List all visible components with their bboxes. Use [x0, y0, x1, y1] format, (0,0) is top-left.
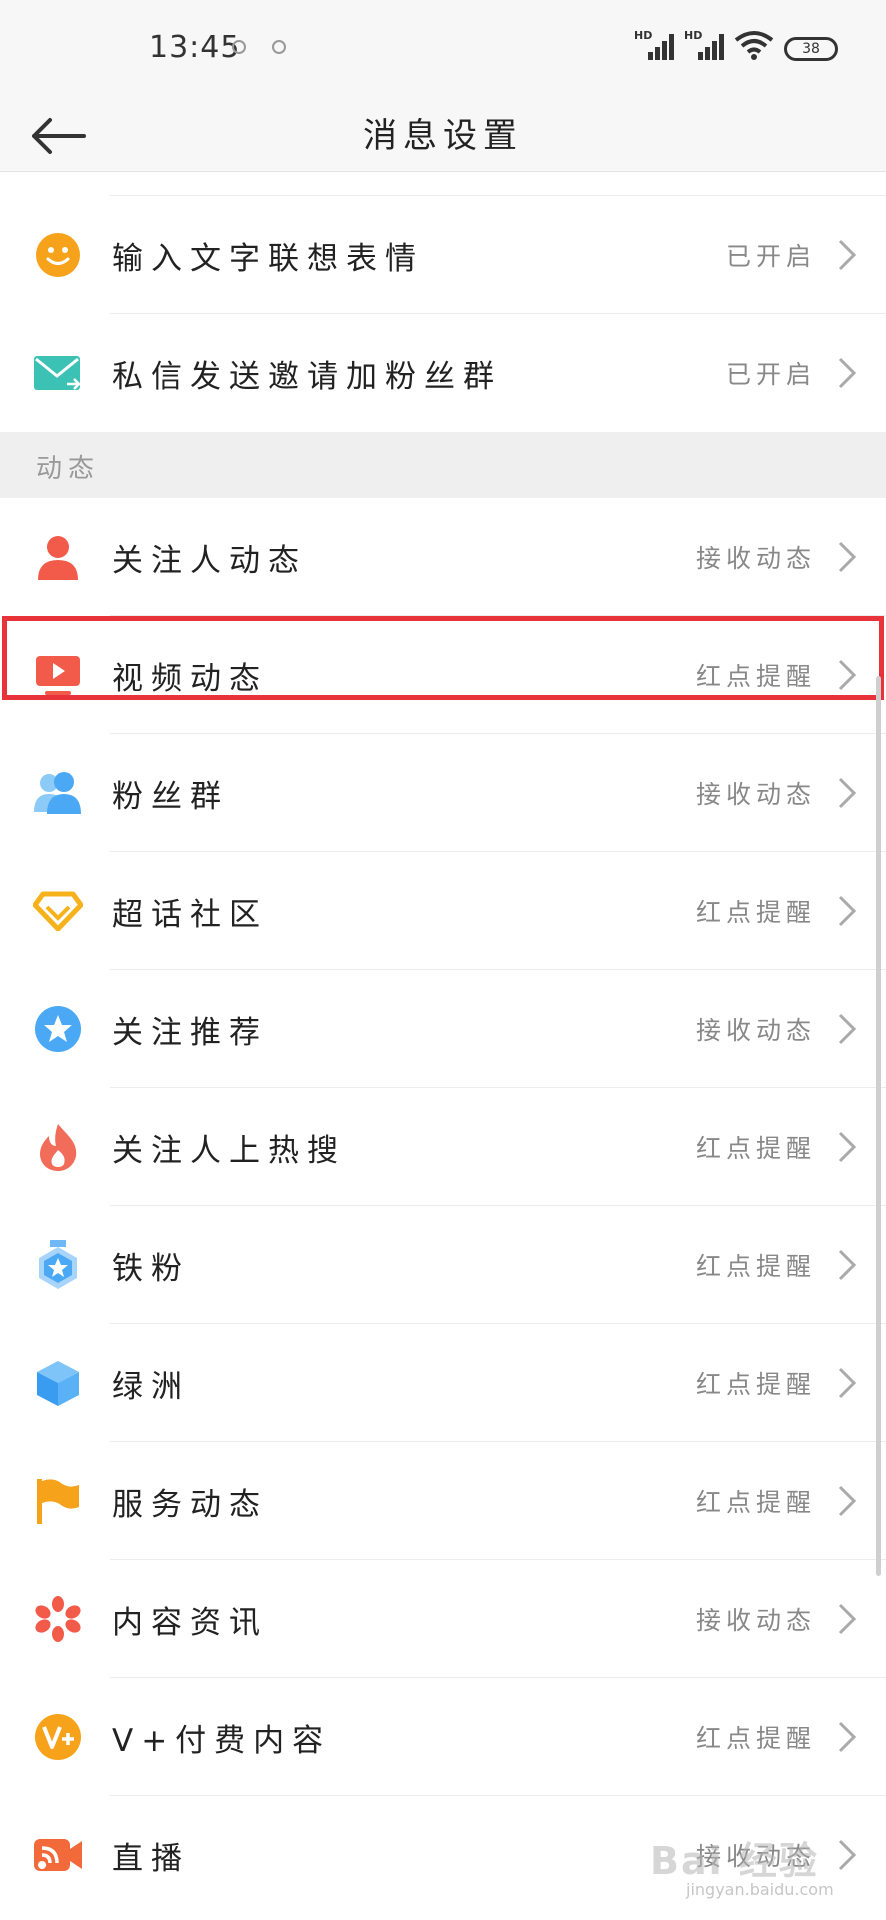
medal-icon: [32, 1239, 84, 1291]
setting-row-video-updates[interactable]: 视频动态 红点提醒: [0, 616, 886, 734]
row-label: 绿洲: [112, 1368, 190, 1405]
status-time: 13:45: [149, 30, 241, 65]
chevron-right-icon: [838, 357, 857, 389]
section-header: 动态: [0, 432, 886, 498]
chevron-right-icon: [838, 1485, 857, 1517]
video-icon: [32, 649, 84, 701]
setting-row-vplus[interactable]: V+付费内容 红点提醒: [0, 1678, 886, 1796]
battery-indicator: 38: [784, 37, 838, 61]
row-label: 内容资讯: [112, 1604, 268, 1641]
signal-hd-icon: HD: [634, 29, 674, 60]
vplus-icon: [32, 1711, 84, 1763]
svg-text:HD: HD: [634, 29, 652, 42]
row-value: 红点提醒: [695, 898, 816, 927]
chevron-right-icon: [838, 1249, 857, 1281]
setting-row-emoji-suggest[interactable]: 输入文字联想表情 已开启: [0, 196, 886, 314]
scrollbar[interactable]: [876, 676, 881, 1576]
wifi-icon: [734, 31, 774, 60]
chevron-right-icon: [838, 895, 857, 927]
row-value: 已开启: [725, 360, 816, 389]
chevron-right-icon: [838, 1367, 857, 1399]
chevron-right-icon: [838, 1131, 857, 1163]
page-title: 消息设置: [363, 116, 523, 156]
settings-list: 输入文字联想表情 已开启 私信发送邀请加粉丝群 已开启 动态 关注人动态 接收动…: [0, 172, 886, 1914]
star-badge-icon: [32, 1003, 84, 1055]
row-label: 粉丝群: [112, 778, 229, 815]
signal-hd-icon-2: HD: [684, 29, 724, 60]
row-value: 接收动态: [695, 780, 816, 809]
row-value: 红点提醒: [695, 1488, 816, 1517]
row-label: 超话社区: [112, 896, 268, 933]
row-label: 私信发送邀请加粉丝群: [112, 358, 502, 395]
flag-icon: [32, 1475, 84, 1527]
row-value: 接收动态: [695, 544, 816, 573]
row-label: 关注人动态: [112, 542, 307, 579]
chevron-right-icon: [838, 1013, 857, 1045]
setting-row-super-topic[interactable]: 超话社区 红点提醒: [0, 852, 886, 970]
notification-icon: [232, 40, 246, 54]
row-label: 服务动态: [112, 1486, 268, 1523]
list-item-partial: [0, 172, 886, 196]
row-value: 红点提醒: [695, 1252, 816, 1281]
chevron-right-icon: [838, 239, 857, 271]
section-title: 动态: [36, 454, 101, 484]
row-value: 红点提醒: [695, 1134, 816, 1163]
row-label: V+付费内容: [112, 1722, 332, 1759]
row-value: 红点提醒: [695, 1724, 816, 1753]
cube-icon: [32, 1357, 84, 1409]
setting-row-hot-search[interactable]: 关注人上热搜 红点提醒: [0, 1088, 886, 1206]
chevron-right-icon: [838, 1603, 857, 1635]
setting-row-follow-recommend[interactable]: 关注推荐 接收动态: [0, 970, 886, 1088]
chevron-right-icon: [838, 659, 857, 691]
diamond-icon: [32, 885, 84, 937]
setting-row-oasis[interactable]: 绿洲 红点提醒: [0, 1324, 886, 1442]
setting-row-fan-group[interactable]: 粉丝群 接收动态: [0, 734, 886, 852]
row-label: 铁粉: [112, 1250, 190, 1287]
watermark-logo: Bai 经验: [650, 1839, 819, 1883]
chevron-right-icon: [838, 1721, 857, 1753]
row-value: 已开启: [725, 242, 816, 271]
envelope-icon: [32, 347, 84, 399]
flame-icon: [32, 1121, 84, 1173]
row-value: 红点提醒: [695, 662, 816, 691]
row-value: 红点提醒: [695, 1370, 816, 1399]
setting-row-follow-updates[interactable]: 关注人动态 接收动态: [0, 498, 886, 616]
row-label: 关注推荐: [112, 1014, 268, 1051]
row-value: 接收动态: [695, 1606, 816, 1635]
setting-row-iron-fan[interactable]: 铁粉 红点提醒: [0, 1206, 886, 1324]
person-icon: [32, 531, 84, 583]
row-label: 输入文字联想表情: [112, 240, 424, 277]
setting-row-service-updates[interactable]: 服务动态 红点提醒: [0, 1442, 886, 1560]
status-bar: 13:45 HD HD 38: [0, 0, 886, 100]
flower-icon: [32, 1593, 84, 1645]
svg-text:HD: HD: [684, 29, 702, 42]
watermark-url: jingyan.baidu.com: [686, 1880, 834, 1899]
smiley-icon: [32, 229, 84, 281]
nav-bar: 消息设置: [0, 100, 886, 172]
chevron-right-icon: [838, 1839, 857, 1871]
row-label: 视频动态: [112, 660, 268, 697]
live-camera-icon: [32, 1829, 84, 1881]
sync-icon: [272, 40, 286, 54]
row-label: 关注人上热搜: [112, 1132, 346, 1169]
setting-row-content-news[interactable]: 内容资讯 接收动态: [0, 1560, 886, 1678]
group-icon: [32, 767, 84, 819]
row-label: 直播: [112, 1840, 190, 1877]
chevron-right-icon: [838, 541, 857, 573]
chevron-right-icon: [838, 777, 857, 809]
row-value: 接收动态: [695, 1016, 816, 1045]
setting-row-dm-invite[interactable]: 私信发送邀请加粉丝群 已开启: [0, 314, 886, 432]
